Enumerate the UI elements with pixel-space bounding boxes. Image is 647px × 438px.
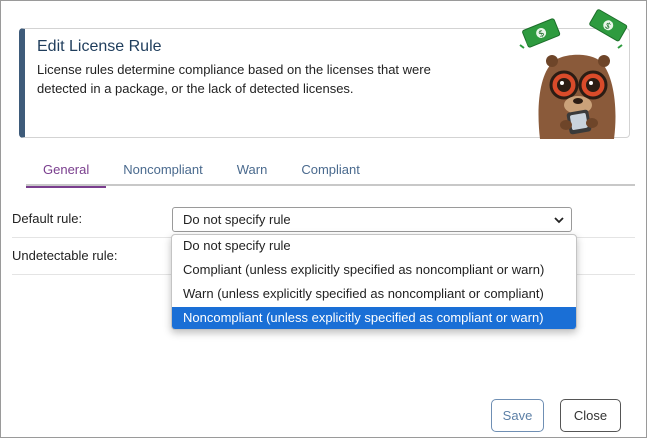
dropdown-option-do-not-specify[interactable]: Do not specify rule [172, 235, 576, 259]
tab-compliant[interactable]: Compliant [284, 155, 377, 186]
close-button[interactable]: Close [560, 399, 621, 432]
dropdown-option-warn[interactable]: Warn (unless explicitly specified as non… [172, 283, 576, 307]
dropdown-option-noncompliant[interactable]: Noncompliant (unless explicitly specifie… [172, 307, 576, 329]
tab-noncompliant[interactable]: Noncompliant [106, 155, 220, 186]
save-button[interactable]: Save [491, 399, 544, 432]
dialog-title: Edit License Rule [37, 38, 162, 55]
default-rule-dropdown-list: Do not specify rule Compliant (unless ex… [171, 234, 577, 330]
dialog-description: License rules determine compliance based… [37, 62, 431, 96]
edit-license-rule-dialog: Edit License Rule License rules determin… [0, 0, 647, 438]
chevron-down-icon [554, 217, 564, 224]
default-rule-label: Default rule: [12, 211, 83, 226]
header-card: Edit License Rule License rules determin… [19, 9, 630, 139]
default-rule-select[interactable]: Do not specify rule [172, 207, 572, 232]
default-rule-value: Do not specify rule [183, 212, 291, 227]
undetectable-rule-label: Undetectable rule: [12, 248, 118, 263]
dropdown-option-compliant[interactable]: Compliant (unless explicitly specified a… [172, 259, 576, 283]
tab-general[interactable]: General [26, 155, 107, 188]
otter-mascot-icon: $ $ [519, 9, 628, 139]
tab-warn[interactable]: Warn [220, 155, 285, 186]
money-bill-icon: $ [589, 9, 628, 42]
tab-bar: General Noncompliant Warn Compliant [26, 155, 635, 188]
